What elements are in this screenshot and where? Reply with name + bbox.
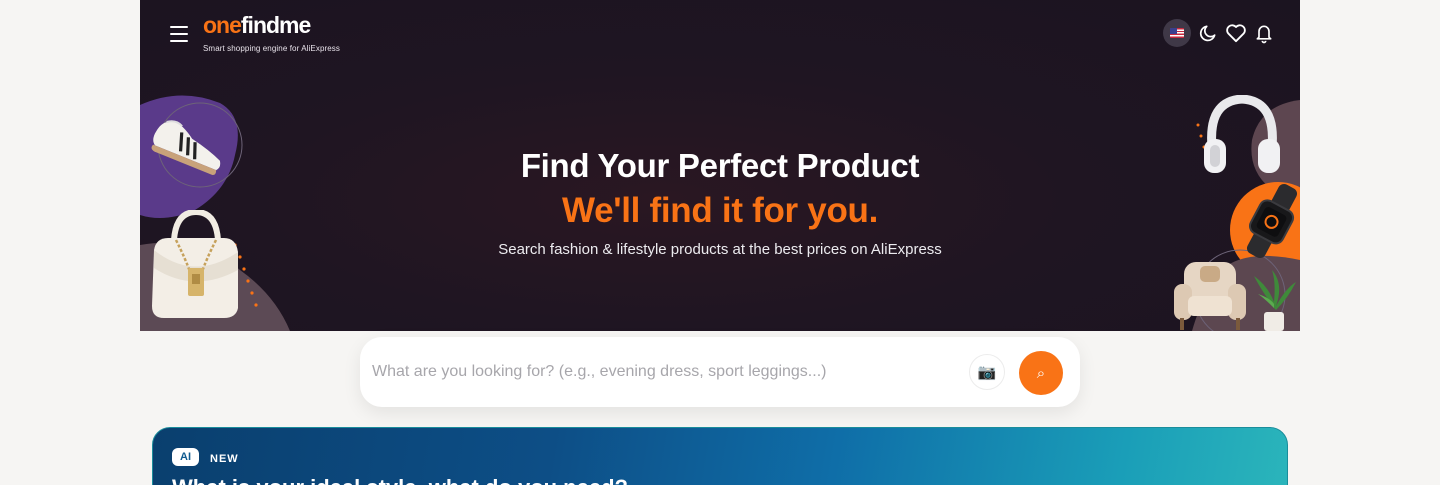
logo-wordmark: onefindme <box>203 14 340 37</box>
ai-badge: AI <box>172 448 199 466</box>
image-search-button[interactable]: 📷 <box>969 354 1005 390</box>
plant-image <box>1250 268 1298 331</box>
header-actions <box>1163 19 1278 47</box>
hero-title: Find Your Perfect Product <box>520 147 920 184</box>
hero-banner: onefindme Smart shopping engine for AliE… <box>140 0 1300 331</box>
moon-icon <box>1199 25 1216 42</box>
theme-toggle-button[interactable] <box>1194 19 1222 47</box>
logo-part-findme: findme <box>240 12 311 38</box>
heart-icon <box>1226 24 1246 43</box>
hero-subtitle: Search fashion & lifestyle products at t… <box>498 241 942 258</box>
top-navigation-bar: onefindme Smart shopping engine for AliE… <box>140 0 1300 70</box>
bell-icon <box>1256 25 1272 44</box>
armchair-image <box>1170 258 1250 331</box>
logo-part-one: one <box>203 12 242 38</box>
search-icon: ⌕ <box>1036 364 1046 382</box>
ai-question-heading: What is your ideal style, what do you ne… <box>172 475 628 485</box>
hamburger-menu-icon[interactable] <box>170 26 188 42</box>
new-label: NEW <box>210 453 239 465</box>
notifications-button[interactable] <box>1250 19 1278 47</box>
us-flag-icon <box>1170 28 1184 38</box>
camera-icon: 📷 <box>977 364 997 381</box>
hero-highlight: We'll find it for you. <box>561 191 879 230</box>
favorites-button[interactable] <box>1222 19 1250 47</box>
logo-tagline: Smart shopping engine for AliExpress <box>203 44 341 53</box>
search-input[interactable] <box>372 355 962 389</box>
site-logo[interactable]: onefindme Smart shopping engine for AliE… <box>203 14 341 54</box>
language-selector-button[interactable] <box>1163 19 1191 47</box>
search-submit-button[interactable]: ⌕ <box>1019 351 1063 395</box>
ai-assistant-card[interactable]: AI NEW What is your ideal style, what do… <box>152 427 1288 485</box>
search-bar: 📷 ⌕ <box>360 337 1080 407</box>
